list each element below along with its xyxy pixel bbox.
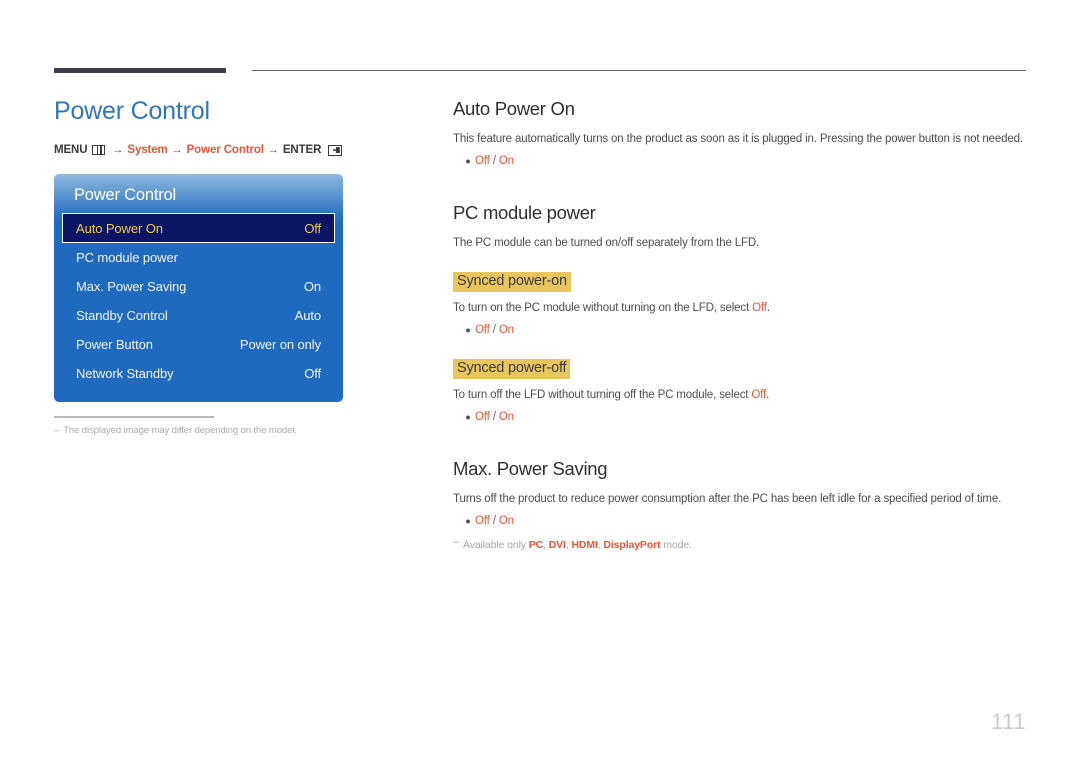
right-column: Auto Power On This feature automatically… xyxy=(453,98,1029,552)
section-heading-auto-power-on: Auto Power On xyxy=(453,98,575,119)
page-title: Power Control xyxy=(54,97,210,125)
osd-row-label: PC module power xyxy=(76,250,178,265)
left-column: Power Control MENU → System → Power Cont… xyxy=(54,96,414,436)
option-off[interactable]: Off xyxy=(475,515,490,527)
menu-grid-icon xyxy=(92,145,106,155)
note-mode-displayport: DisplayPort xyxy=(603,539,661,551)
subsection-highlight-synced-power-off: Synced power-off xyxy=(453,359,571,379)
option-on[interactable]: On xyxy=(499,324,514,336)
enter-key-icon xyxy=(328,144,343,156)
footnote-dash: – xyxy=(54,424,60,436)
note-pre: Available only xyxy=(463,539,529,551)
option-separator: / xyxy=(489,324,499,336)
option-values: Off / On xyxy=(475,514,514,529)
osd-row-value: Auto xyxy=(294,308,321,323)
option-list-synced-power-off: ● Off / On xyxy=(453,410,1029,425)
option-off[interactable]: Off xyxy=(475,411,490,423)
header-rule-thick xyxy=(54,68,226,73)
osd-row-value: On xyxy=(303,279,321,294)
note-text: Available only PC, DVI, HDMI, DisplayPor… xyxy=(463,538,692,552)
osd-row-power-button[interactable]: Power Button Power on only xyxy=(62,330,335,359)
osd-row-max-power-saving[interactable]: Max. Power Saving On xyxy=(62,272,335,301)
body-pre: To turn off the LFD without turning off … xyxy=(453,389,752,401)
osd-panel: Power Control Auto Power On Off PC modul… xyxy=(54,174,343,402)
subsection-body-synced-power-on: To turn on the PC module without turning… xyxy=(453,301,1029,316)
osd-row-value: Off xyxy=(304,366,321,381)
breadcrumb: MENU → System → Power Control → ENTER xyxy=(54,144,414,156)
option-on[interactable]: On xyxy=(499,515,514,527)
option-values: Off / On xyxy=(475,410,514,425)
breadcrumb-arrow-3: → xyxy=(267,144,279,156)
body-accent: Off xyxy=(751,389,767,401)
page-number: 111 xyxy=(991,709,1026,734)
osd-row-label: Standby Control xyxy=(76,308,168,323)
option-separator: / xyxy=(489,515,499,527)
osd-title: Power Control xyxy=(74,186,176,204)
option-off[interactable]: Off xyxy=(475,155,490,167)
note-mode-hdmi: HDMI xyxy=(571,539,598,551)
option-separator: / xyxy=(489,411,499,423)
note-available-modes: – Available only PC, DVI, HDMI, DisplayP… xyxy=(453,536,1029,552)
osd-row-label: Power Button xyxy=(76,337,153,352)
subsection-body-synced-power-off: To turn off the LFD without turning off … xyxy=(453,388,1029,403)
body-pre: To turn on the PC module without turning… xyxy=(453,302,753,314)
body-accent: Off xyxy=(752,302,767,314)
osd-row-list: Auto Power On Off PC module power Max. P… xyxy=(54,213,343,388)
bullet-dot-icon: ● xyxy=(465,156,471,166)
osd-row-label: Network Standby xyxy=(76,366,174,381)
osd-row-value: Off xyxy=(304,220,321,236)
section-heading-pc-module-power: PC module power xyxy=(453,202,596,223)
breadcrumb-enter-label: ENTER xyxy=(282,144,322,156)
option-on[interactable]: On xyxy=(499,411,514,423)
note-dash: – xyxy=(453,536,459,548)
note-mode-dvi: DVI xyxy=(548,539,566,551)
footnote-text: The displayed image may differ depending… xyxy=(63,424,297,436)
footnote: – The displayed image may differ dependi… xyxy=(54,425,414,436)
osd-row-auto-power-on[interactable]: Auto Power On Off xyxy=(62,213,335,243)
bullet-dot-icon: ● xyxy=(465,325,471,335)
bullet-dot-icon: ● xyxy=(465,516,471,526)
option-list-synced-power-on: ● Off / On xyxy=(453,323,1029,338)
osd-row-label: Max. Power Saving xyxy=(76,279,187,294)
bullet-dot-icon: ● xyxy=(465,412,471,422)
breadcrumb-arrow-2: → xyxy=(171,144,183,156)
section-body-max-power-saving: Turns off the product to reduce power co… xyxy=(453,493,1002,505)
option-list-max-power-saving: ● Off / On xyxy=(453,514,1029,529)
option-separator: / xyxy=(489,155,499,167)
osd-row-network-standby[interactable]: Network Standby Off xyxy=(62,359,335,388)
note-mode-pc: PC xyxy=(528,539,544,551)
breadcrumb-arrow-1: → xyxy=(112,144,124,156)
option-on[interactable]: On xyxy=(499,155,514,167)
breadcrumb-menu-label: MENU xyxy=(54,144,88,156)
breadcrumb-item-power-control[interactable]: Power Control xyxy=(187,144,264,156)
subsection-highlight-synced-power-on: Synced power-on xyxy=(453,272,571,292)
osd-row-standby-control[interactable]: Standby Control Auto xyxy=(62,301,335,330)
header-rule-thin xyxy=(252,70,1026,71)
section-body-pc-module-power: The PC module can be turned on/off separ… xyxy=(453,237,760,249)
osd-row-pc-module-power[interactable]: PC module power xyxy=(62,243,335,272)
body-post: . xyxy=(766,302,770,314)
osd-row-value: Power on only xyxy=(239,337,321,352)
footnote-rule xyxy=(54,416,214,418)
section-body-auto-power-on: This feature automatically turns on the … xyxy=(453,133,1023,145)
body-post: . xyxy=(766,389,770,401)
option-values: Off / On xyxy=(475,154,514,169)
section-heading-max-power-saving: Max. Power Saving xyxy=(453,458,608,479)
breadcrumb-item-system[interactable]: System xyxy=(127,144,167,156)
option-off[interactable]: Off xyxy=(475,324,490,336)
option-list-auto-power-on: ● Off / On xyxy=(453,154,1029,169)
osd-row-label: Auto Power On xyxy=(76,220,163,236)
note-post: mode. xyxy=(660,539,692,551)
option-values: Off / On xyxy=(475,323,514,338)
